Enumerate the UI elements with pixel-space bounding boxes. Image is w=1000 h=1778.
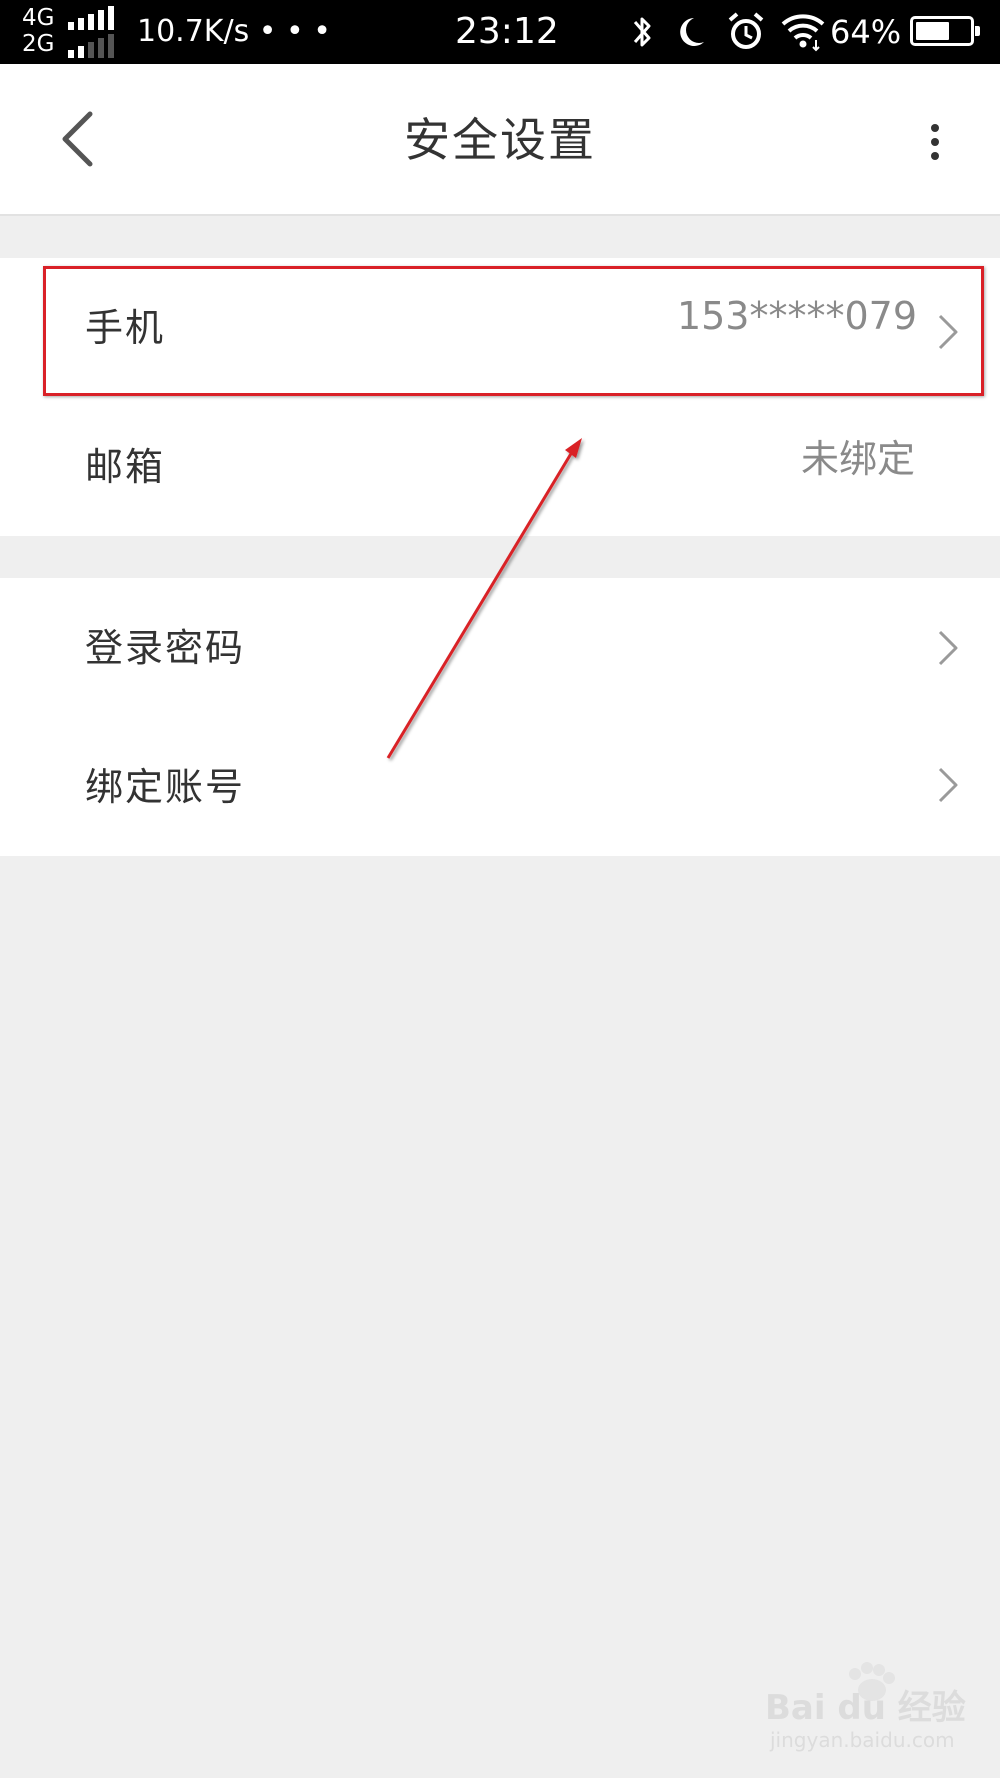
- network-speed: 10.7K/s • • •: [137, 14, 331, 49]
- header: 安全设置: [0, 64, 1000, 216]
- signal-strength-secondary-icon: [68, 34, 116, 58]
- row-bind-account[interactable]: 绑定账号: [0, 717, 1000, 856]
- watermark-url: jingyan.baidu.com: [770, 1728, 955, 1752]
- screen: 4G 2G 10.7K/s • • • 23:12 64% 安全设置 手机 15…: [0, 0, 1000, 1778]
- watermark-brand: Bai du 经验: [765, 1688, 966, 1728]
- alarm-icon: [728, 12, 764, 49]
- row-label: 登录密码: [85, 626, 246, 670]
- email-value: 未绑定: [800, 437, 915, 481]
- chevron-right-icon: [938, 767, 958, 803]
- battery-percent: 64%: [830, 13, 902, 51]
- signal-strength-icon: [68, 6, 116, 30]
- moon-icon: [680, 18, 704, 46]
- battery-fill: [916, 22, 949, 40]
- bluetooth-icon: [633, 17, 651, 47]
- chevron-right-icon: [938, 630, 958, 666]
- annotation-highlight-box: [43, 266, 984, 396]
- row-label: 邮箱: [85, 445, 166, 489]
- wifi-icon: [781, 14, 825, 52]
- status-bar: 4G 2G 10.7K/s • • • 23:12 64%: [0, 0, 1000, 64]
- network-type: 4G 2G: [22, 6, 68, 58]
- security-group: 登录密码 绑定账号: [0, 578, 1000, 856]
- row-email[interactable]: 邮箱 未绑定: [0, 397, 1000, 536]
- network-primary: 4G: [22, 5, 55, 31]
- row-login-password[interactable]: 登录密码: [0, 578, 1000, 717]
- clock: 23:12: [455, 11, 559, 52]
- more-vertical-icon: [931, 124, 939, 132]
- network-secondary: 2G: [22, 31, 55, 57]
- more-options-button[interactable]: [915, 112, 955, 172]
- page-title: 安全设置: [404, 113, 596, 167]
- row-label: 绑定账号: [85, 765, 246, 809]
- battery-icon: [910, 16, 980, 46]
